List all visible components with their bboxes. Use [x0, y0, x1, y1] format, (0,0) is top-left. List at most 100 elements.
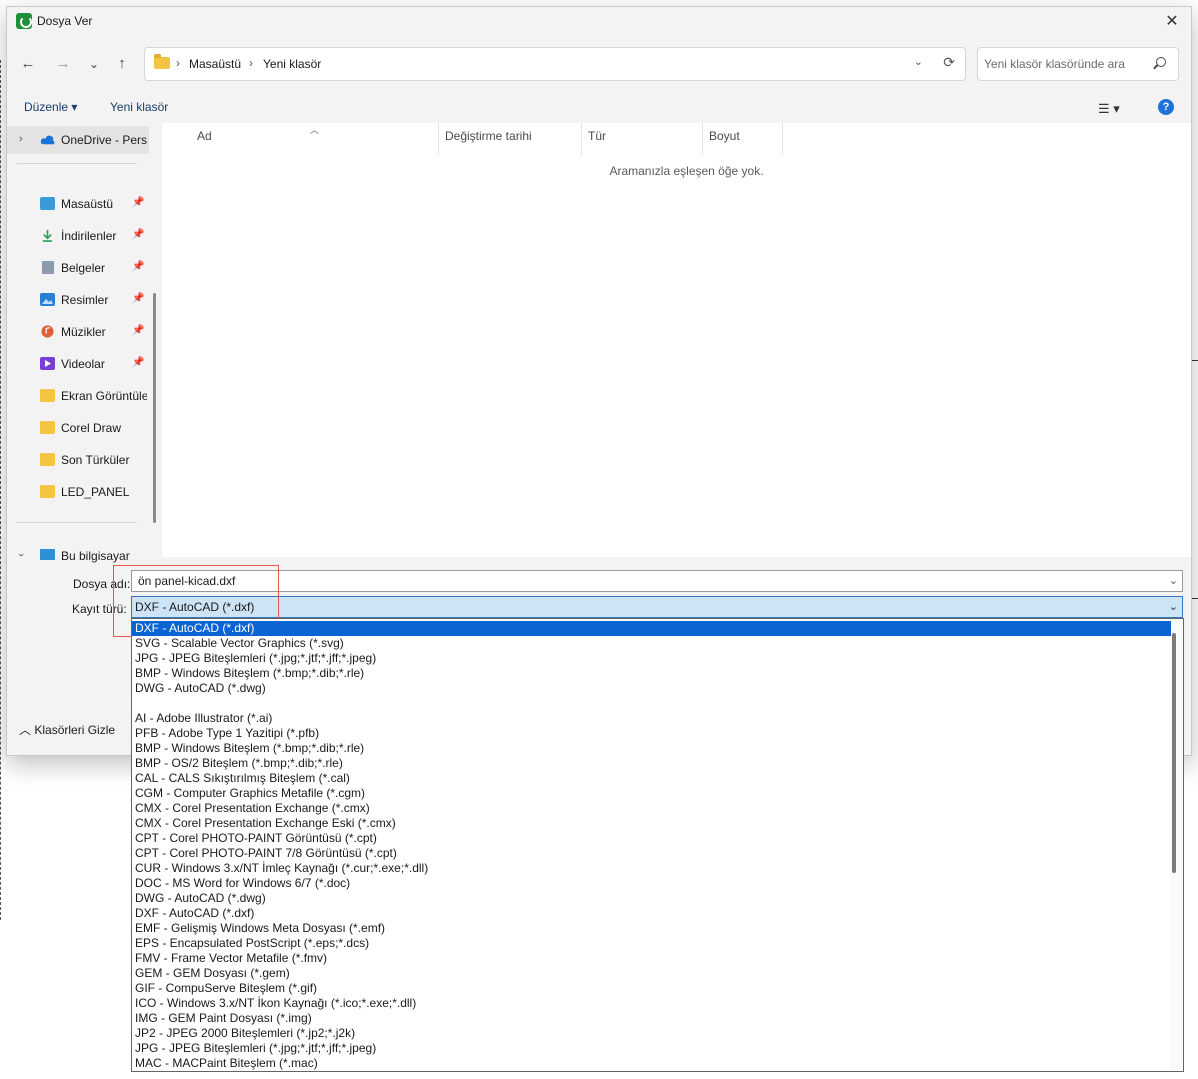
sidebar-item-onedrive[interactable]: › OneDrive - Perso	[7, 126, 149, 154]
empty-folder-message: Aramanızla eşleşen öğe yok.	[609, 164, 764, 178]
close-button[interactable]: ✕	[1159, 10, 1185, 34]
filetype-option[interactable]: JP2 - JPEG 2000 Biteşlemleri (*.jp2;*.j2…	[132, 1026, 1171, 1041]
filetype-option[interactable]: CGM - Computer Graphics Metafile (*.cgm)	[132, 786, 1171, 801]
filetype-option[interactable]: DOC - MS Word for Windows 6/7 (*.doc)	[132, 876, 1171, 891]
filetype-option[interactable]: ICO - Windows 3.x/NT İkon Kaynağı (*.ico…	[132, 996, 1171, 1011]
column-header-modified[interactable]: Değiştirme tarihi	[445, 129, 532, 143]
filetype-option[interactable]: EMF - Gelişmiş Windows Meta Dosyası (*.e…	[132, 921, 1171, 936]
new-folder-button[interactable]: Yeni klasör	[110, 100, 168, 114]
search-box[interactable]: Yeni klasör klasöründe ara	[977, 47, 1179, 81]
chevron-up-icon: ︿	[19, 723, 35, 737]
sidebar-item-son-turkuler[interactable]: Son Türküler	[7, 446, 149, 474]
breadcrumb-new-folder[interactable]: Yeni klasör	[263, 57, 321, 71]
sidebar-item-label: LED_PANEL	[61, 485, 130, 499]
address-bar[interactable]: › Masaüstü › Yeni klasör ⌄ ⟳	[144, 47, 966, 81]
filetype-option[interactable]: CMX - Corel Presentation Exchange (*.cmx…	[132, 801, 1171, 816]
filetype-option[interactable]: CUR - Windows 3.x/NT İmleç Kaynağı (*.cu…	[132, 861, 1171, 876]
filename-field[interactable]: ön panel-kicad.dxf ⌄	[131, 570, 1183, 592]
filetype-option[interactable]: CAL - CALS Sıkıştırılmış Biteşlem (*.cal…	[132, 771, 1171, 786]
videos-icon	[40, 357, 55, 370]
sidebar-item-videos[interactable]: Videolar 📌	[7, 350, 149, 378]
sidebar-item-documents[interactable]: Belgeler 📌	[7, 254, 149, 282]
sidebar-item-downloads[interactable]: İndirilenler 📌	[7, 222, 149, 250]
search-input[interactable]: Yeni klasör klasöründe ara	[984, 57, 1125, 71]
back-button[interactable]: ←	[17, 53, 39, 75]
computer-icon	[40, 549, 55, 560]
filetype-option[interactable]: FMV - Frame Vector Metafile (*.fmv)	[132, 951, 1171, 966]
filetype-option[interactable]: DXF - AutoCAD (*.dxf)	[132, 906, 1171, 921]
filetype-option[interactable]: CPT - Corel PHOTO-PAINT Görüntüsü (*.cpt…	[132, 831, 1171, 846]
filetype-option[interactable]: AI - Adobe Illustrator (*.ai)	[132, 711, 1171, 726]
chevron-down-icon[interactable]: ⌄	[1169, 574, 1178, 587]
hide-folders-button[interactable]: ︿ Klasörleri Gizle	[19, 721, 115, 738]
forward-button[interactable]: →	[52, 53, 74, 75]
download-icon	[42, 229, 53, 242]
sidebar-item-led-panel[interactable]: LED_PANEL	[7, 478, 149, 506]
column-header-name[interactable]: Ad	[197, 129, 212, 143]
organize-menu[interactable]: Düzenle ▾	[24, 100, 77, 114]
pin-icon: 📌	[132, 197, 145, 208]
sidebar-item-pictures[interactable]: Resimler 📌	[7, 286, 149, 314]
window-title: Dosya Ver	[37, 14, 93, 28]
pin-icon: 📌	[132, 261, 145, 272]
filetype-option[interactable]: JPG - JPEG Biteşlemleri (*.jpg;*.jtf;*.j…	[132, 651, 1171, 666]
filetype-selected-value: DXF - AutoCAD (*.dxf)	[135, 600, 255, 614]
filetype-option[interactable]: JPG - JPEG Biteşlemleri (*.jpg;*.jtf;*.j…	[132, 1041, 1171, 1056]
filetype-option[interactable]: CPT - Corel PHOTO-PAINT 7/8 Görüntüsü (*…	[132, 846, 1171, 861]
sidebar-item-screenshots[interactable]: Ekran Görüntüleri	[7, 382, 149, 410]
recent-locations-button[interactable]: ⌄	[83, 53, 105, 75]
sidebar-item-corel-draw[interactable]: Corel Draw	[7, 414, 149, 442]
column-divider[interactable]	[438, 123, 439, 155]
filetype-option[interactable]: PFB - Adobe Type 1 Yazitipi (*.pfb)	[132, 726, 1171, 741]
pin-icon: 📌	[132, 357, 145, 368]
filetype-option[interactable]: DWG - AutoCAD (*.dwg)	[132, 891, 1171, 906]
column-divider[interactable]	[581, 123, 582, 155]
sidebar-item-desktop[interactable]: Masaüstü 📌	[7, 190, 149, 218]
chevron-down-icon[interactable]: ⌄	[1169, 600, 1178, 613]
filename-input[interactable]: ön panel-kicad.dxf	[138, 574, 235, 588]
pictures-icon	[40, 293, 55, 306]
breadcrumb-separator-icon: ›	[249, 56, 253, 70]
title-bar: Dosya Ver ✕	[7, 7, 1191, 37]
filetype-option[interactable]: DWG - AutoCAD (*.dwg)	[132, 681, 1171, 696]
coreldraw-app-icon	[16, 13, 32, 29]
column-divider[interactable]	[702, 123, 703, 155]
sidebar-item-music[interactable]: Müzikler 📌	[7, 318, 149, 346]
filetype-option[interactable]: MAC - MACPaint Biteşlem (*.mac)	[132, 1056, 1171, 1071]
up-button[interactable]: ↑	[111, 53, 133, 75]
folder-icon	[40, 421, 55, 434]
filetype-option[interactable]: CMX - Corel Presentation Exchange Eski (…	[132, 816, 1171, 831]
filetype-option[interactable]: BMP - Windows Biteşlem (*.bmp;*.dib;*.rl…	[132, 741, 1171, 756]
filetype-option[interactable]: BMP - OS/2 Biteşlem (*.bmp;*.dib;*.rle)	[132, 756, 1171, 771]
filetype-option[interactable]: SVG - Scalable Vector Graphics (*.svg)	[132, 636, 1171, 651]
dropdown-scrollbar-thumb[interactable]	[1172, 633, 1176, 873]
search-icon	[1156, 57, 1166, 67]
filetype-dropdown-list[interactable]: DXF - AutoCAD (*.dxf) SVG - Scalable Vect…	[131, 618, 1184, 1072]
filetype-select[interactable]: DXF - AutoCAD (*.dxf) ⌄	[131, 596, 1183, 618]
sidebar-item-label: OneDrive - Perso	[61, 133, 147, 147]
chevron-down-icon: ›	[14, 553, 27, 557]
filetype-option	[132, 696, 1171, 711]
refresh-icon[interactable]: ⟳	[943, 54, 955, 71]
pin-icon: 📌	[132, 293, 145, 304]
filetype-option[interactable]: IMG - GEM Paint Dosyası (*.img)	[132, 1011, 1171, 1026]
breadcrumb-desktop[interactable]: Masaüstü	[189, 57, 241, 71]
view-options-icon[interactable]: ☰ ▾	[1098, 101, 1120, 117]
filetype-option[interactable]: DXF - AutoCAD (*.dxf)	[132, 621, 1171, 636]
divider	[17, 522, 137, 523]
cloud-icon	[40, 135, 55, 145]
chevron-right-icon: ›	[19, 133, 23, 145]
chevron-down-icon[interactable]: ⌄	[914, 55, 923, 68]
filetype-option[interactable]: BMP - Windows Biteşlem (*.bmp;*.dib;*.rl…	[132, 666, 1171, 681]
help-icon[interactable]: ?	[1158, 99, 1174, 115]
column-header-size[interactable]: Boyut	[709, 129, 740, 143]
sidebar-scrollbar[interactable]	[153, 293, 156, 523]
filetype-label: Kayıt türü:	[72, 602, 127, 616]
column-divider[interactable]	[782, 123, 783, 155]
column-header-type[interactable]: Tür	[588, 129, 606, 143]
filetype-option[interactable]: GIF - CompuServe Biteşlem (*.gif)	[132, 981, 1171, 996]
sidebar-item-this-pc[interactable]: › Bu bilgisayar	[7, 542, 149, 570]
pin-icon: 📌	[132, 325, 145, 336]
filetype-option[interactable]: GEM - GEM Dosyası (*.gem)	[132, 966, 1171, 981]
filetype-option[interactable]: EPS - Encapsulated PostScript (*.eps;*.d…	[132, 936, 1171, 951]
